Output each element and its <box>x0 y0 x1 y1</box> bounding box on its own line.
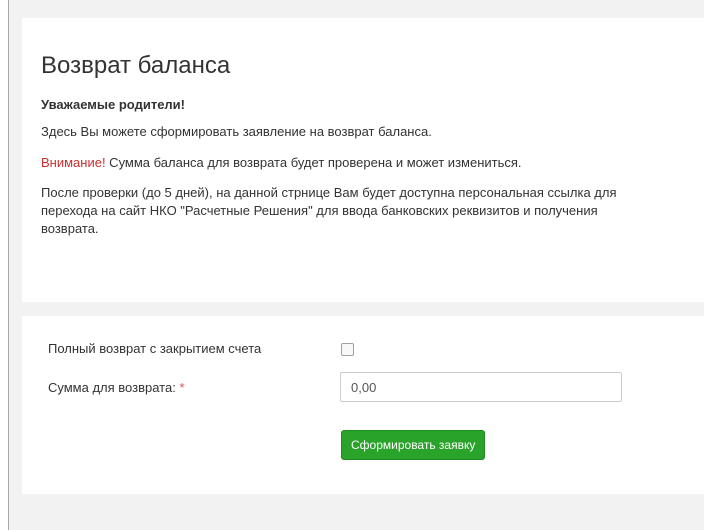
required-asterisk: * <box>179 380 185 395</box>
submit-request-button[interactable]: Сформировать заявку <box>341 430 486 460</box>
window-left-edge <box>0 0 8 530</box>
warning-line: Внимание! Сумма баланса для возврата буд… <box>41 154 522 172</box>
greeting-text: Уважаемые родители! <box>41 97 185 112</box>
full-refund-label: Полный возврат с закрытием счета <box>48 341 262 356</box>
warning-text: Сумма баланса для возврата будет провере… <box>105 155 522 170</box>
window-border <box>8 0 9 530</box>
amount-label: Сумма для возврата: * <box>48 380 185 395</box>
page-title: Возврат баланса <box>41 52 231 79</box>
amount-input[interactable] <box>340 372 622 402</box>
warning-prefix: Внимание! <box>41 155 106 170</box>
instructions-text: После проверки (до 5 дней), на данной ст… <box>41 185 617 236</box>
intro-line: Здесь Вы можете сформировать заявление н… <box>41 124 432 139</box>
full-refund-checkbox[interactable] <box>341 343 354 356</box>
amount-label-text: Сумма для возврата: <box>48 380 180 395</box>
